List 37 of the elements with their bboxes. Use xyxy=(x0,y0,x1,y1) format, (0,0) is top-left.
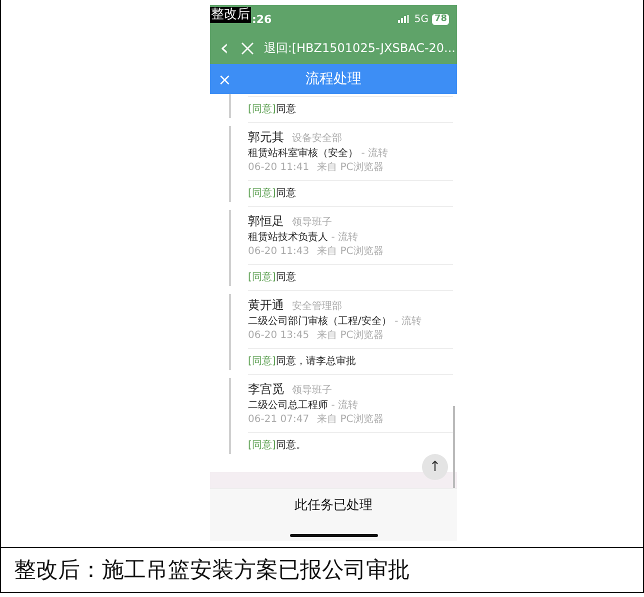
nav-title: 退回:[HBZ1501025-JXSBAC-20... xyxy=(264,40,456,57)
department-label: 领导班子 xyxy=(292,217,332,229)
back-button[interactable]: ‹ xyxy=(218,36,231,60)
timestamp: 06-20 13:45 xyxy=(248,330,310,342)
department-label: 安全管理部 xyxy=(292,301,342,313)
step-label: 二级公司部门审核（工程/安全） - 流转 xyxy=(248,316,422,328)
page-title: 流程处理 xyxy=(306,70,362,88)
comment-text: [同意]同意，请李总审批 xyxy=(248,348,453,374)
close-button[interactable]: × xyxy=(216,70,234,88)
department-label: 设备安全部 xyxy=(292,133,342,145)
approver-name: 郭元其 xyxy=(248,130,284,144)
step-label: 租赁站科室审核（安全） - 流转 xyxy=(248,148,388,160)
battery-indicator: 78 xyxy=(432,14,449,24)
comment-text: [同意]同意 xyxy=(248,96,453,122)
step-label: 二级公司总工程师 - 流转 xyxy=(248,400,358,412)
timestamp: 06-20 11:43 xyxy=(248,246,310,258)
scroll-top-button[interactable]: ↑ xyxy=(422,454,448,480)
approver-name: 郭恒足 xyxy=(248,214,284,228)
timestamp: 06-21 07:47 xyxy=(248,414,310,426)
timestamp: 06-20 11:41 xyxy=(248,162,310,174)
comment-text: [同意]同意 xyxy=(248,264,453,290)
status-message: 此任务已处理 xyxy=(294,497,372,514)
approver-name: 李宫觅 xyxy=(248,382,284,396)
source-label: 来自 PC浏览器 xyxy=(317,414,384,426)
approver-name: 黄开通 xyxy=(248,298,284,312)
status-time: :26 xyxy=(252,12,272,26)
department-label: 领导班子 xyxy=(292,385,332,397)
source-label: 来自 PC浏览器 xyxy=(317,246,384,258)
source-label: 来自 PC浏览器 xyxy=(317,330,384,342)
caption-text: 整改后：施工吊篮安装方案已报公司审批 xyxy=(13,557,411,585)
comment-text: [同意]同意 xyxy=(248,180,453,206)
overlay-label: 整改后 xyxy=(210,7,251,23)
network-label: 5G xyxy=(414,14,428,24)
signal-icon xyxy=(398,15,410,23)
step-label: 租赁站技术负责人 - 流转 xyxy=(248,232,358,244)
source-label: 来自 PC浏览器 xyxy=(317,162,384,174)
close-icon[interactable] xyxy=(240,42,254,55)
